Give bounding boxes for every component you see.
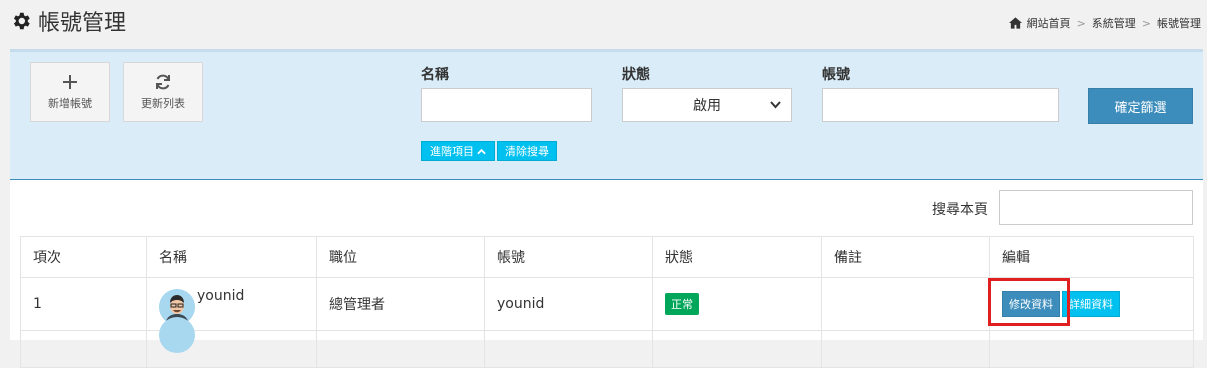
status-filter-select[interactable]: 啟用 — [622, 88, 792, 122]
row-status-cell: 正常 — [652, 277, 822, 331]
name-filter-input[interactable] — [421, 88, 592, 122]
advanced-items-button[interactable]: 進階項目 — [421, 141, 495, 161]
search-page-label: 搜尋本頁 — [932, 202, 988, 218]
filter-panel: 新增帳號 更新列表 名稱 狀態 啟用 帳號 確定篩選 進階項目 清除搜尋 — [10, 49, 1203, 182]
row-position: 總管理者 — [316, 277, 485, 331]
row-cell — [316, 330, 485, 368]
gear-icon — [13, 12, 30, 30]
col-index: 項次 — [20, 236, 147, 278]
breadcrumb-system[interactable]: 系統管理 — [1092, 15, 1136, 31]
chevron-down-icon — [770, 101, 781, 109]
row-index: 1 — [20, 277, 147, 331]
table-row — [20, 317, 1194, 368]
account-filter-label: 帳號 — [822, 67, 850, 83]
breadcrumb: 網站首頁 > 系統管理 > 帳號管理 — [1008, 15, 1201, 31]
col-account: 帳號 — [484, 236, 653, 278]
clear-search-button[interactable]: 清除搜尋 — [497, 141, 557, 161]
breadcrumb-current: 帳號管理 — [1157, 17, 1201, 30]
refresh-icon — [156, 74, 170, 90]
refresh-list-button[interactable]: 更新列表 — [123, 62, 203, 122]
highlight-box — [988, 278, 1070, 326]
row-cell — [821, 330, 990, 368]
name-filter-label: 名稱 — [421, 67, 449, 83]
breadcrumb-home[interactable]: 網站首頁 — [1027, 15, 1071, 31]
row-cell — [484, 330, 653, 368]
confirm-filter-button[interactable]: 確定篩選 — [1088, 88, 1193, 124]
table-header-row: 項次 名稱 職位 帳號 狀態 備註 編輯 — [20, 236, 1194, 278]
home-icon — [1008, 17, 1022, 29]
row-cell — [652, 330, 822, 368]
breadcrumb-separator: > — [1076, 16, 1086, 30]
search-page-input[interactable] — [999, 190, 1193, 225]
detail-data-button[interactable]: 詳細資料 — [1062, 291, 1120, 317]
page-title: 帳號管理 — [10, 6, 126, 36]
avatar — [159, 317, 195, 353]
breadcrumb-separator: > — [1141, 16, 1151, 30]
row-account: younid — [484, 277, 653, 331]
row-cell — [20, 330, 147, 368]
advanced-items-label: 進階項目 — [430, 145, 474, 158]
page-title-text: 帳號管理 — [38, 11, 127, 36]
add-account-label: 新增帳號 — [48, 97, 92, 110]
row-cell — [146, 317, 317, 368]
chevron-up-icon — [477, 148, 486, 154]
col-edit: 編輯 — [989, 236, 1194, 278]
add-account-button[interactable]: 新增帳號 — [30, 62, 110, 122]
status-badge: 正常 — [665, 293, 699, 315]
row-note — [821, 277, 990, 331]
plus-icon — [63, 75, 77, 89]
row-name: younid — [197, 288, 245, 304]
status-filter-value: 啟用 — [693, 98, 721, 114]
col-position: 職位 — [316, 236, 485, 278]
col-note: 備註 — [821, 236, 990, 278]
row-cell — [989, 330, 1194, 368]
account-filter-input[interactable] — [822, 88, 1059, 122]
col-status: 狀態 — [652, 236, 822, 278]
refresh-list-label: 更新列表 — [141, 97, 185, 110]
col-name: 名稱 — [146, 236, 317, 278]
status-filter-label: 狀態 — [622, 67, 650, 83]
